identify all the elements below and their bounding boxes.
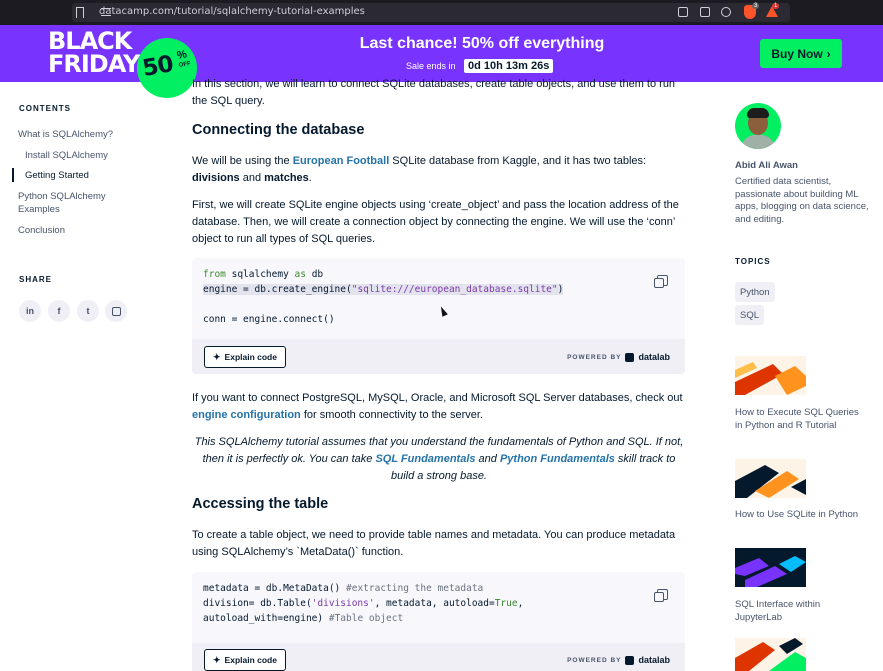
related-thumbnail-art: [735, 356, 806, 395]
buy-now-label: Buy Now: [771, 46, 823, 61]
topic-chip-sql[interactable]: SQL: [735, 305, 765, 325]
prerequisite-note: This SQLAlchemy tutorial assumes that yo…: [194, 436, 684, 482]
related-article-title[interactable]: How to Execute SQL Queries in Python and…: [735, 406, 865, 432]
explain-code-button[interactable]: ✦ Explain code: [204, 346, 286, 368]
toc-item-getting-started[interactable]: Getting Started: [25, 169, 89, 182]
datalab-logo-icon: [625, 352, 635, 362]
powered-by-datalab[interactable]: POWERED BY datalab: [567, 352, 670, 362]
european-football-link[interactable]: European Football: [293, 155, 390, 167]
topics-heading: TOPICS: [735, 257, 771, 266]
topic-chip-python[interactable]: Python: [735, 282, 775, 302]
toc-item-examples[interactable]: Python SQLAlchemy Examples: [18, 190, 138, 216]
code-line: from sqlalchemy as db: [203, 269, 324, 280]
powered-by-datalab[interactable]: POWERED BY datalab: [567, 655, 670, 665]
bookmark-icon[interactable]: [76, 7, 84, 18]
black-friday-logo: BLACK FRIDAY: [48, 29, 140, 78]
section-intro: In this section, we will learn to connec…: [192, 78, 676, 107]
author-bio: Certified data scientist, passionate abo…: [735, 176, 869, 225]
toc-item-what-is[interactable]: What is SQLAlchemy?: [18, 128, 113, 141]
badge-percent: 50: [140, 51, 175, 83]
contents-heading: CONTENTS: [19, 104, 71, 113]
chevron-right-icon: ›: [826, 46, 831, 61]
code-line: division= db.Table('divisions', metadata…: [203, 598, 524, 609]
related-thumbnail[interactable]: [735, 638, 806, 671]
explain-code-label: Explain code: [224, 352, 277, 362]
toc-item-install[interactable]: Install SQLAlchemy: [25, 149, 108, 162]
heading-connecting-database: Connecting the database: [192, 122, 365, 138]
badge-percent-sign: %: [176, 48, 188, 62]
linkedin-share-button[interactable]: in: [19, 300, 41, 322]
author-avatar[interactable]: [735, 103, 781, 149]
facebook-share-button[interactable]: f: [48, 300, 70, 322]
explain-code-button[interactable]: ✦ Explain code: [204, 649, 286, 671]
code-line: autoload_with=engine) #Table object: [203, 613, 404, 624]
python-fundamentals-link[interactable]: Python Fundamentals: [500, 453, 615, 465]
reader-mode-icon[interactable]: [700, 7, 710, 17]
code-block-connect: from sqlalchemy as db engine = db.create…: [192, 258, 685, 374]
related-thumbnail-art: [735, 548, 806, 587]
code-footer: ✦ Explain code POWERED BY datalab: [192, 643, 685, 671]
related-thumbnail-art: [735, 638, 806, 671]
site-settings-icon[interactable]: [101, 8, 111, 16]
promo-banner: BLACK FRIDAY 50 % OFF Last chance! 50% o…: [0, 25, 883, 103]
related-thumbnail[interactable]: [735, 459, 806, 498]
related-article-title[interactable]: SQL Interface within JupyterLab: [735, 598, 865, 624]
related-thumbnail-art: [735, 459, 806, 498]
sale-ends-label: Sale ends in: [406, 61, 456, 71]
sparkle-icon: ✦: [213, 351, 221, 362]
facebook-icon: f: [57, 306, 61, 316]
copy-link-icon: [111, 306, 121, 316]
sql-fundamentals-link[interactable]: SQL Fundamentals: [375, 453, 475, 465]
paragraph-metadata: To create a table object, we need to pro…: [192, 529, 676, 558]
copy-link-button[interactable]: [105, 300, 127, 322]
toc-item-conclusion[interactable]: Conclusion: [18, 224, 65, 237]
screen-cast-icon[interactable]: [678, 7, 688, 17]
sparkle-icon: ✦: [213, 654, 221, 665]
promo-title: Last chance! 50% off everything: [359, 35, 605, 52]
logo-friday: FRIDAY: [48, 50, 140, 78]
share-heading: SHARE: [19, 275, 53, 284]
copy-code-icon[interactable]: [654, 275, 668, 288]
code-footer: ✦ Explain code POWERED BY datalab: [192, 339, 685, 374]
explain-code-label: Explain code: [224, 655, 277, 665]
code-line: metadata = db.MetaData() #extracting the…: [203, 583, 484, 594]
code-line: conn = engine.connect(): [203, 314, 335, 325]
related-thumbnail[interactable]: [735, 548, 806, 587]
badge-off: OFF: [178, 60, 192, 69]
datalab-logo-icon: [625, 655, 635, 665]
related-article-title[interactable]: How to Use SQLite in Python: [735, 508, 865, 521]
paragraph-engine: First, we will create SQLite engine obje…: [192, 199, 679, 245]
sale-countdown: 0d 10h 13m 26s: [464, 59, 554, 73]
toc-active-indicator: [12, 168, 14, 182]
related-thumbnail[interactable]: [735, 356, 806, 395]
paragraph-other-databases: If you want to connect PostgreSQL, MySQL…: [192, 392, 683, 421]
address-url[interactable]: datacamp.com/tutorial/sqlalchemy-tutoria…: [99, 6, 365, 17]
twitter-icon: t: [86, 306, 90, 316]
copy-code-icon[interactable]: [654, 589, 668, 602]
twitter-share-button[interactable]: t: [77, 300, 99, 322]
code-block-table: metadata = db.MetaData() #extracting the…: [192, 572, 685, 671]
share-icon[interactable]: [721, 7, 731, 17]
code-line: engine = db.create_engine("sqlite:///eur…: [203, 284, 564, 295]
engine-configuration-link[interactable]: engine configuration: [192, 409, 301, 421]
buy-now-button[interactable]: Buy Now ›: [760, 39, 842, 68]
author-name[interactable]: Abid Ali Awan: [735, 160, 798, 171]
linkedin-icon: in: [26, 306, 34, 316]
browser-toolbar: datacamp.com/tutorial/sqlalchemy-tutoria…: [0, 0, 883, 25]
paragraph-dataset: We will be using the European Football S…: [192, 155, 647, 184]
heading-accessing-table: Accessing the table: [192, 496, 329, 512]
